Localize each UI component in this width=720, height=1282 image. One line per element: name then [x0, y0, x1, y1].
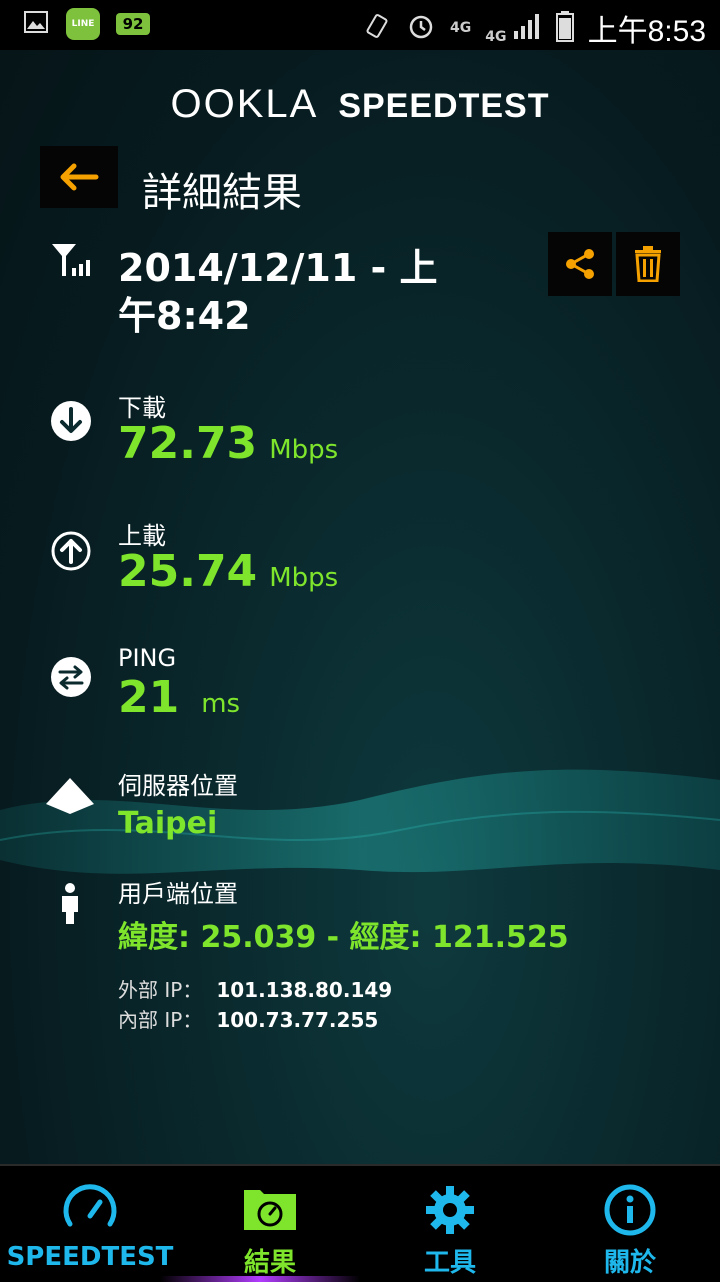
back-arrow-icon	[60, 163, 99, 191]
line-app-icon: LINE	[66, 8, 100, 40]
upload-value: 25.74 Mbps	[118, 546, 339, 597]
server-location-icon	[44, 776, 96, 822]
delete-button[interactable]	[616, 232, 680, 296]
internal-ip-row: 內部 IP： 100.73.77.255	[118, 1004, 378, 1033]
client-label: 用戶端位置	[118, 880, 238, 908]
status-bar: LINE 92 4G 4G 上午8:53	[0, 0, 720, 50]
tab-results[interactable]: 結果	[180, 1166, 360, 1282]
internal-ip-value: 100.73.77.255	[216, 1008, 379, 1032]
tab-tools-label: 工具	[423, 1248, 476, 1278]
server-value: Taipei	[118, 806, 218, 841]
server-label: 伺服器位置	[118, 772, 238, 800]
ping-value: 21 ms	[118, 672, 241, 723]
back-button[interactable]	[40, 146, 118, 208]
alarm-icon	[406, 11, 436, 45]
download-icon	[50, 400, 92, 446]
tab-results-label: 結果	[243, 1248, 296, 1278]
logo-speedtest: SPEEDTEST	[338, 87, 550, 125]
active-tab-indicator	[160, 1276, 360, 1282]
upload-icon	[50, 530, 92, 576]
external-ip-row: 外部 IP： 101.138.80.149	[118, 974, 392, 1003]
vibrate-icon	[362, 11, 392, 45]
tab-speedtest[interactable]: SPEEDTEST	[0, 1166, 180, 1282]
network-type-2: 4G	[485, 29, 507, 45]
tab-about[interactable]: 關於	[540, 1166, 720, 1282]
ping-icon	[50, 656, 92, 702]
page-title: 詳細結果	[142, 170, 302, 216]
test-datetime: 2014/12/11 - 上午8:42	[118, 246, 438, 338]
share-button[interactable]	[548, 232, 612, 296]
external-ip-value: 101.138.80.149	[216, 978, 393, 1002]
client-location-icon	[58, 882, 82, 930]
ping-unit: ms	[201, 689, 241, 719]
info-icon	[604, 1184, 656, 1236]
external-ip-label: 外部 IP：	[118, 978, 203, 1002]
gear-icon	[426, 1186, 474, 1234]
wave-decoration	[0, 769, 720, 874]
clock: 上午8:53	[587, 15, 706, 48]
trash-icon	[635, 246, 661, 282]
cell-signal-icon	[50, 240, 96, 284]
ookla-speedtest-logo: OOKLA SPEEDTEST	[0, 82, 720, 127]
download-value: 72.73 Mbps	[118, 418, 339, 469]
ping-label: PING	[118, 644, 177, 672]
tab-tools[interactable]: 工具	[360, 1166, 540, 1282]
results-folder-icon	[244, 1190, 296, 1230]
upload-unit: Mbps	[269, 563, 339, 593]
download-unit: Mbps	[269, 435, 339, 465]
speedometer-icon	[63, 1184, 117, 1227]
battery-icon	[555, 10, 574, 46]
bottom-tab-bar: SPEEDTEST 結果 工具 關於	[0, 1164, 720, 1282]
client-coordinates: 緯度: 25.039 - 經度: 121.525	[118, 920, 569, 955]
share-icon	[566, 249, 594, 279]
internal-ip-label: 內部 IP：	[118, 1008, 203, 1032]
tab-about-label: 關於	[603, 1248, 656, 1278]
network-type-1: 4G	[450, 20, 472, 36]
gallery-icon	[22, 8, 50, 40]
signal-icon: 4G	[485, 11, 541, 45]
logo-ookla: OOKLA	[170, 82, 319, 126]
notification-badge: 92	[116, 13, 150, 35]
tab-speedtest-label: SPEEDTEST	[6, 1242, 174, 1272]
